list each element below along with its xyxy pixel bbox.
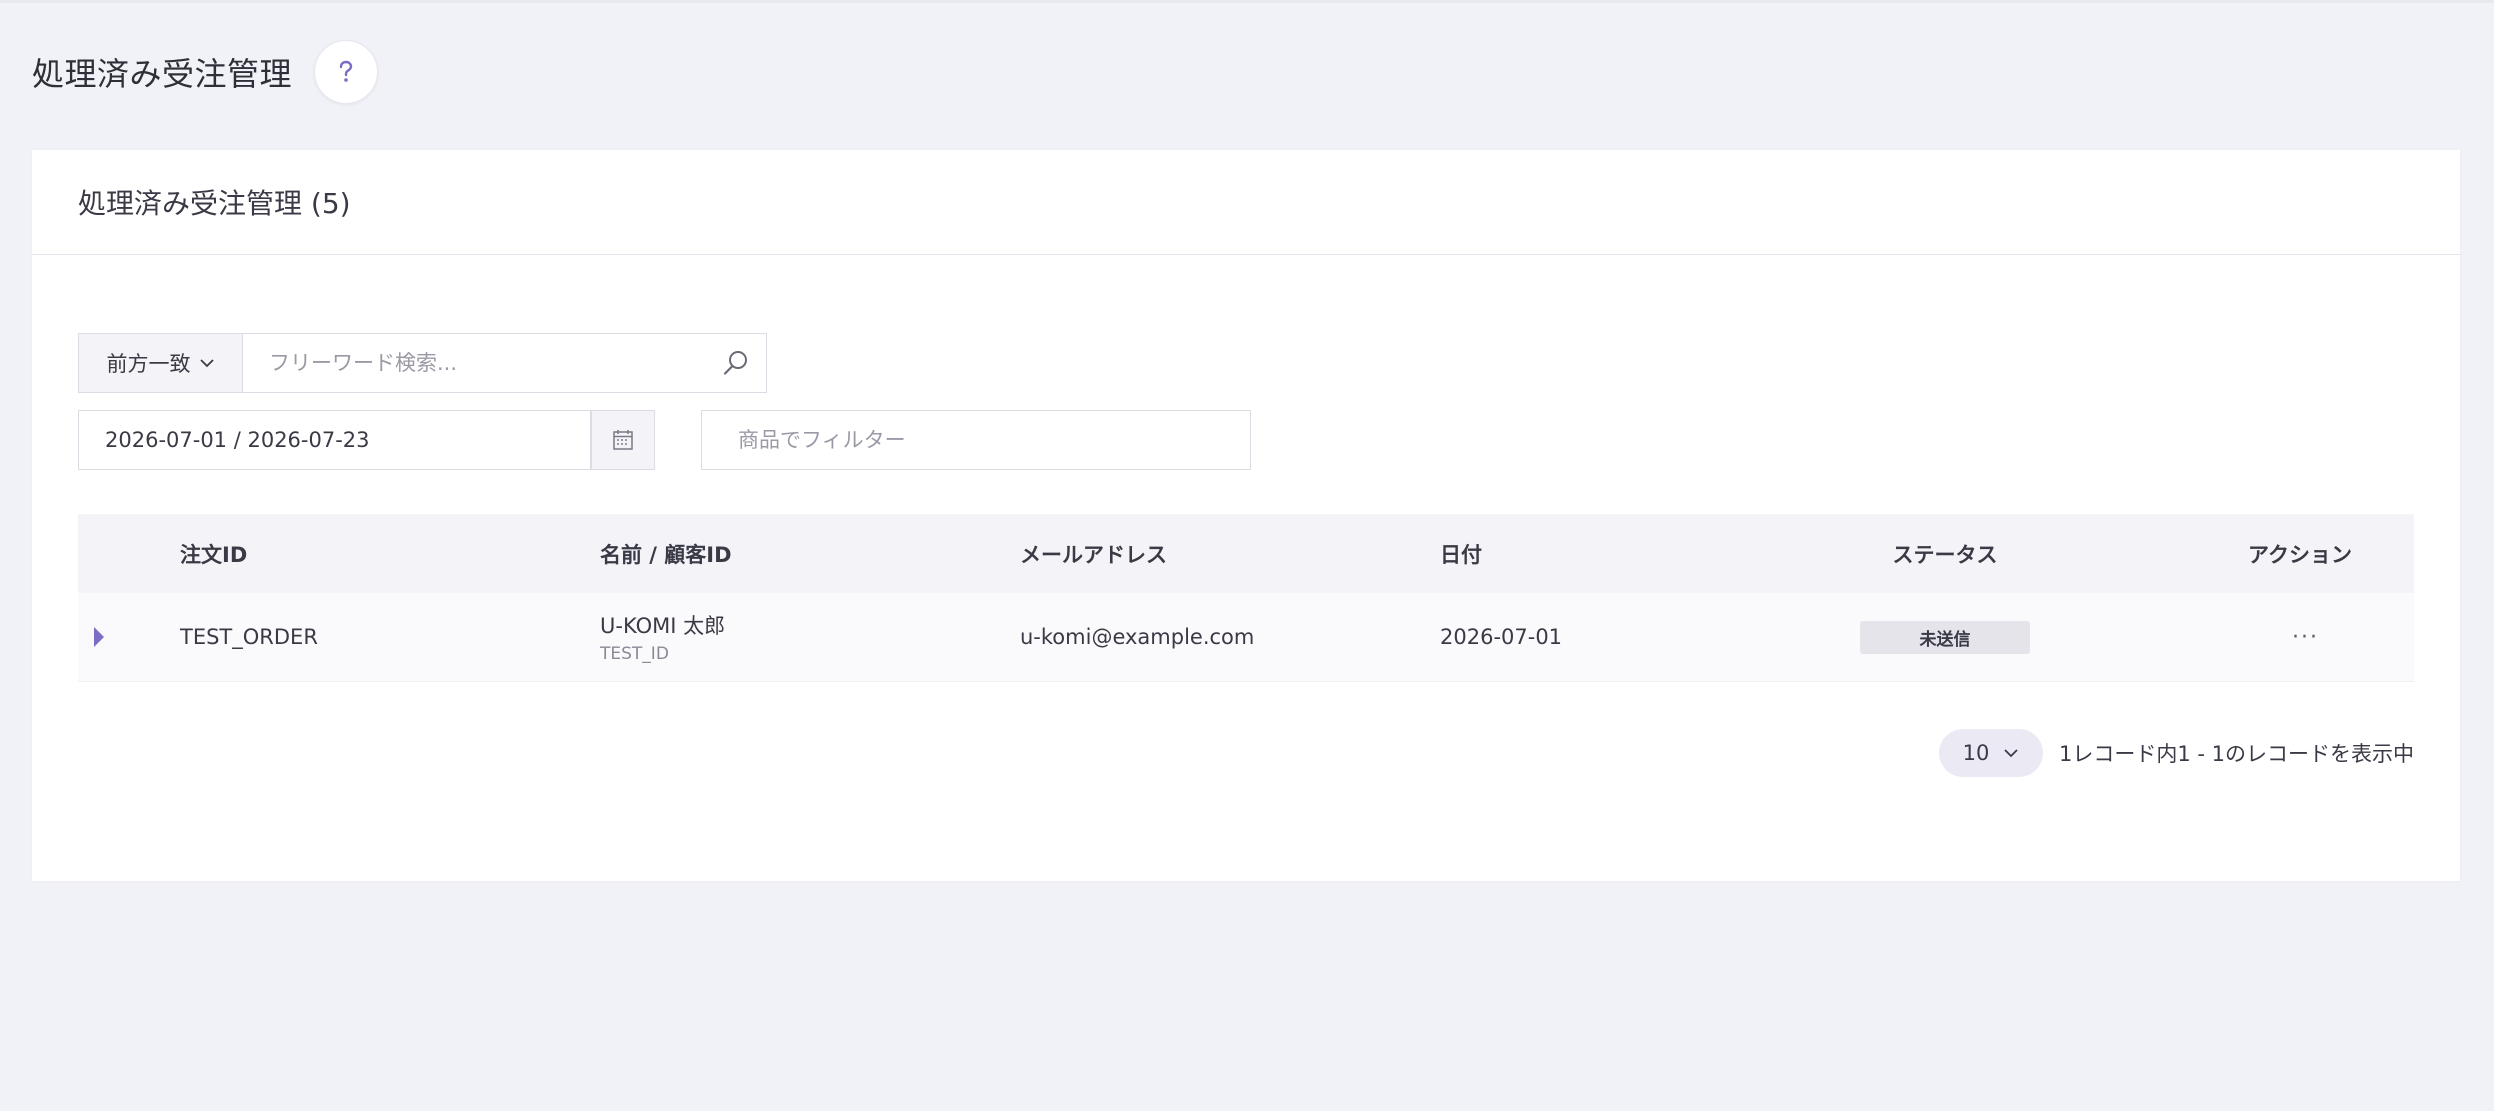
row-action-menu[interactable]: ··· [2292,593,2319,681]
pagination: 10 1レコード内1 - 1のレコードを表示中 [1938,728,2414,778]
pagination-info: 1レコード内1 - 1のレコードを表示中 [2058,742,2414,766]
search-row: 前方一致 [78,333,767,393]
column-header-order-id[interactable]: 注文ID [180,514,247,593]
date-range-field[interactable]: 2026-07-01 / 2026-07-23 [78,410,591,470]
orders-table: 注文ID 名前 / 顧客ID メールアドレス 日付 ステータス アクション TE… [78,514,2414,682]
page-size-value: 10 [1962,741,1990,765]
chevron-down-icon [2004,749,2018,758]
expand-row-toggle[interactable] [92,593,106,681]
column-header-email[interactable]: メールアドレス [1020,514,1167,593]
column-header-status[interactable]: ステータス [1860,514,2030,593]
search-box [243,333,767,393]
page-header: 処理済み受注管理 [32,40,379,104]
product-filter-input[interactable] [702,411,1220,469]
table-row[interactable]: TEST_ORDER U-KOMI 太郎 TEST_ID u-komi@exam… [78,593,2414,682]
filter-row: 2026-07-01 / 2026-07-23 [78,410,1251,470]
match-mode-label: 前方一致 [106,352,191,376]
status-badge: 未送信 [1860,620,2030,654]
product-filter [701,410,1251,470]
orders-card: 処理済み受注管理 (5) 前方一致 2026-07-01 / 2026-07-2… [32,150,2460,881]
top-border [0,0,2494,3]
date-range-value: 2026-07-01 / 2026-07-23 [105,428,370,452]
calendar-icon [613,430,633,450]
match-mode-dropdown[interactable]: 前方一致 [78,333,243,393]
date-cell: 2026-07-01 [1440,625,1563,649]
card-title: 処理済み受注管理 (5) [78,187,351,220]
name-cell: U-KOMI 太郎 TEST_ID [600,593,725,681]
calendar-button[interactable] [591,410,655,470]
caret-right-icon [94,627,104,647]
order-id-cell: TEST_ORDER [180,625,318,649]
email-cell: u-komi@example.com [1020,625,1255,649]
status-cell: 未送信 [1860,593,2030,681]
search-icon[interactable] [722,349,750,377]
page-size-dropdown[interactable]: 10 [1938,729,2043,777]
page-title: 処理済み受注管理 [32,55,293,93]
customer-id: TEST_ID [600,644,669,664]
table-header: 注文ID 名前 / 顧客ID メールアドレス 日付 ステータス アクション [78,514,2414,593]
chevron-down-icon [199,359,214,368]
column-header-date[interactable]: 日付 [1440,514,1482,593]
search-input[interactable] [243,334,711,392]
question-mark-icon [339,60,353,82]
column-header-action: アクション [2248,542,2352,567]
customer-name: U-KOMI 太郎 [600,614,726,638]
column-header-name[interactable]: 名前 / 顧客ID [600,514,732,593]
help-button[interactable] [314,40,379,104]
card-header: 処理済み受注管理 (5) [32,150,2460,255]
